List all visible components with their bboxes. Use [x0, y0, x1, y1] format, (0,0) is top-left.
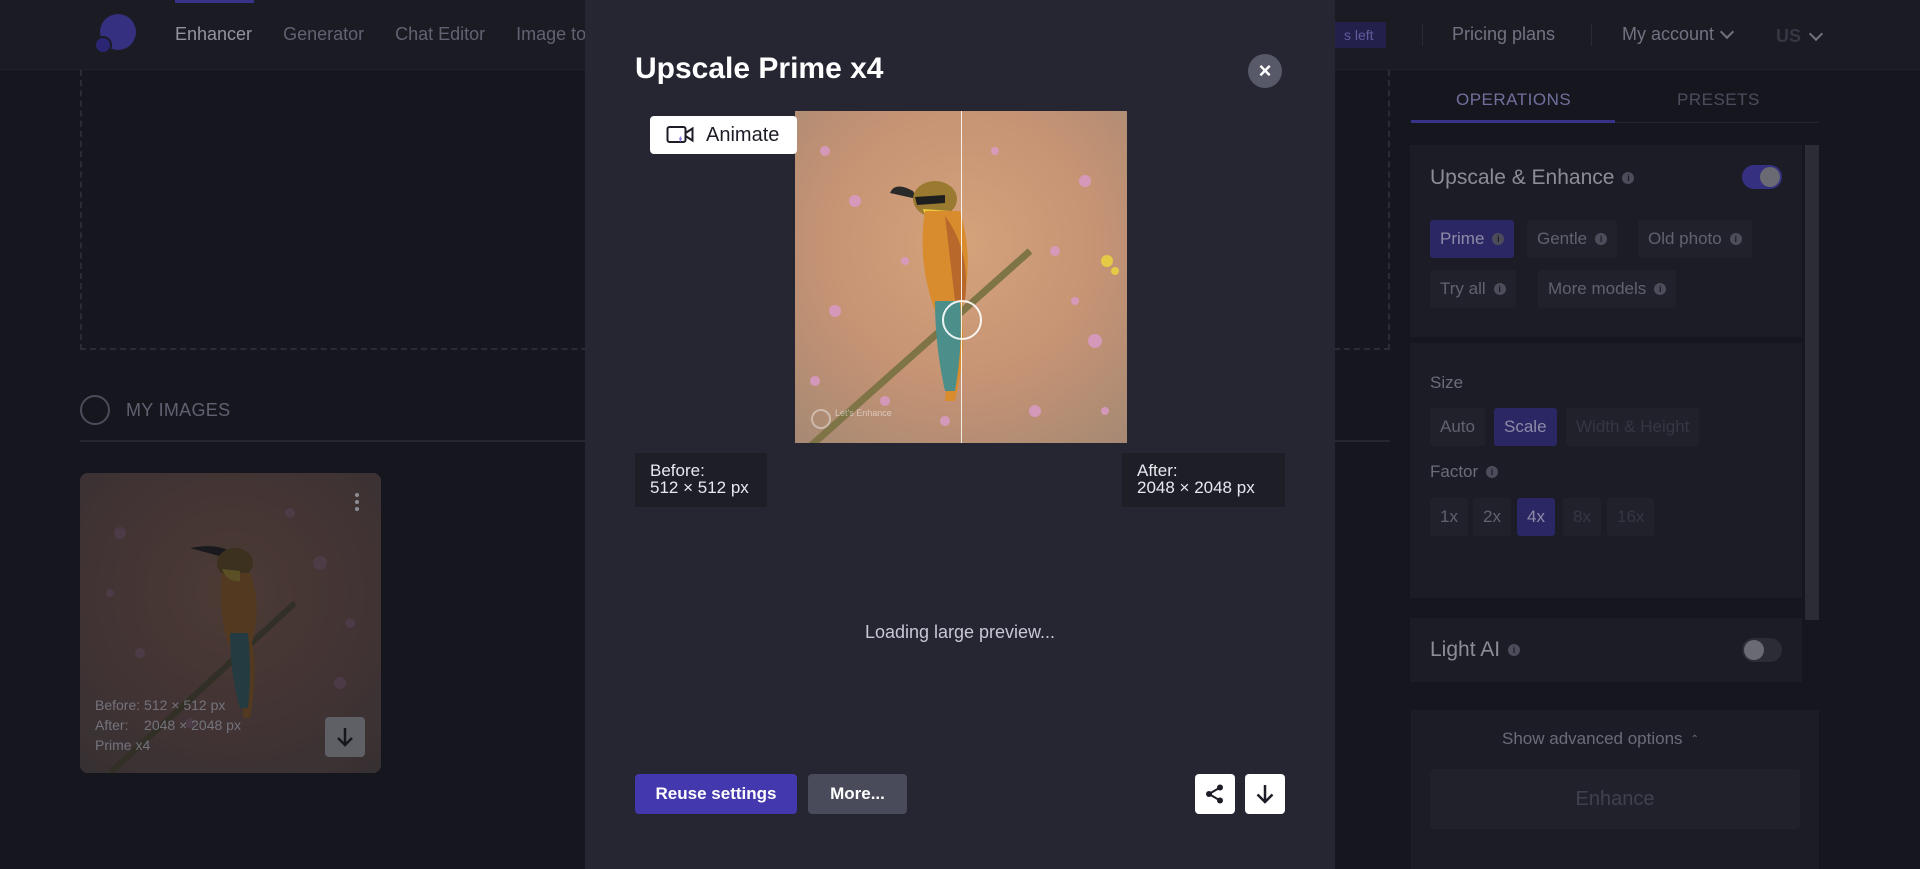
- modal-title: Upscale Prime x4: [635, 52, 884, 85]
- after-size-tag: After: 2048 × 2048 px: [1122, 453, 1285, 507]
- after-label: After:: [1137, 461, 1178, 480]
- reuse-settings-button[interactable]: Reuse settings: [635, 774, 797, 814]
- before-after-comparison[interactable]: Let's Enhance: [795, 111, 1127, 443]
- close-icon: ×: [1258, 58, 1272, 83]
- after-value: 2048 × 2048 px: [1137, 478, 1255, 497]
- upscale-preview-modal: Upscale Prime x4 × Let's Enhance Animate…: [585, 0, 1335, 869]
- more-button[interactable]: More...: [808, 774, 907, 814]
- watermark-text: Let's Enhance: [835, 408, 892, 418]
- animate-label: Animate: [706, 123, 780, 146]
- close-button[interactable]: ×: [1248, 54, 1282, 88]
- download-button[interactable]: [1245, 774, 1285, 814]
- before-size-tag: Before: 512 × 512 px: [635, 453, 767, 507]
- compare-divider-line: [961, 111, 962, 443]
- loading-preview-text: Loading large preview...: [864, 622, 1056, 642]
- before-value: 512 × 512 px: [650, 478, 749, 497]
- download-arrow-icon: [1256, 785, 1274, 804]
- share-icon: [1206, 784, 1223, 804]
- animate-button[interactable]: Animate: [650, 116, 797, 154]
- video-camera-icon: [666, 126, 694, 143]
- before-label: Before:: [650, 461, 705, 480]
- share-button[interactable]: [1195, 774, 1235, 814]
- compare-slider-handle[interactable]: [942, 300, 982, 340]
